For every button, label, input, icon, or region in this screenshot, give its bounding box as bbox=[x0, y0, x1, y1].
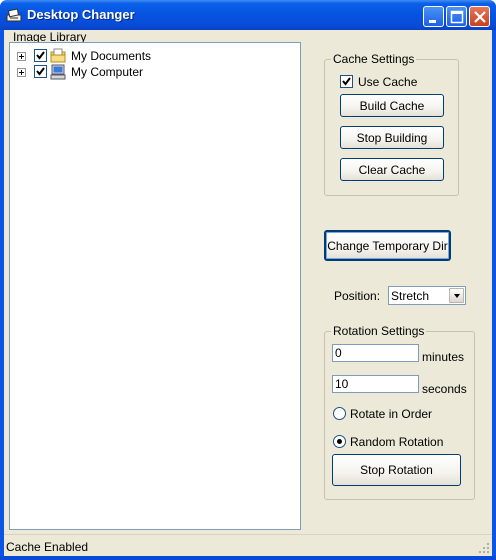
position-value: Stretch bbox=[391, 289, 430, 303]
minutes-input[interactable] bbox=[332, 344, 419, 362]
client-area: Image Library My Documents My Computer C… bbox=[4, 30, 492, 556]
app-icon bbox=[6, 8, 22, 22]
position-select[interactable]: Stretch bbox=[388, 286, 466, 305]
maximize-icon bbox=[450, 10, 464, 24]
maximize-button[interactable] bbox=[446, 6, 467, 27]
computer-icon bbox=[50, 64, 66, 80]
minutes-label: minutes bbox=[422, 350, 465, 364]
seconds-label: seconds bbox=[422, 382, 467, 396]
status-text: Cache Enabled bbox=[6, 540, 89, 554]
random-rotation-radio[interactable] bbox=[333, 435, 346, 448]
tree-checkbox-my-documents[interactable] bbox=[34, 49, 47, 62]
rotate-in-order-label: Rotate in Order bbox=[350, 407, 433, 421]
tree-item-label: My Documents bbox=[71, 49, 152, 63]
rotate-in-order-radio[interactable] bbox=[333, 407, 346, 420]
use-cache-label: Use Cache bbox=[358, 75, 418, 89]
seconds-input[interactable] bbox=[332, 375, 419, 393]
check-icon bbox=[342, 77, 351, 86]
stop-rotation-button[interactable]: Stop Rotation bbox=[332, 454, 461, 486]
image-library-group: Image Library My Documents My Computer bbox=[7, 30, 301, 533]
check-icon bbox=[36, 67, 45, 76]
title-bar[interactable]: Desktop Changer bbox=[0, 0, 496, 30]
random-rotation-label: Random Rotation bbox=[350, 435, 444, 449]
tree-item-my-documents[interactable]: My Documents bbox=[14, 48, 294, 64]
close-button[interactable] bbox=[469, 6, 490, 27]
window-bottom-border bbox=[0, 556, 496, 560]
rotation-settings-label: Rotation Settings bbox=[331, 324, 427, 338]
build-cache-button[interactable]: Build Cache bbox=[340, 94, 444, 117]
tree-checkbox-my-computer[interactable] bbox=[34, 65, 47, 78]
cache-settings-label: Cache Settings bbox=[331, 52, 417, 66]
check-icon bbox=[36, 51, 45, 60]
tree-item-label: My Computer bbox=[71, 65, 144, 79]
minimize-button[interactable] bbox=[423, 6, 444, 27]
window-title: Desktop Changer bbox=[27, 7, 135, 22]
image-library-tree[interactable]: My Documents My Computer bbox=[9, 42, 301, 530]
cache-settings-group: Cache Settings Use Cache Build Cache Sto… bbox=[324, 52, 459, 196]
expand-icon[interactable] bbox=[17, 68, 26, 77]
close-icon bbox=[474, 11, 486, 23]
expand-icon[interactable] bbox=[17, 52, 26, 61]
use-cache-checkbox[interactable] bbox=[340, 75, 353, 88]
tree-item-my-computer[interactable]: My Computer bbox=[14, 64, 294, 80]
position-label: Position: bbox=[334, 289, 381, 303]
status-bar: Cache Enabled bbox=[4, 534, 492, 556]
change-temp-dir-button[interactable]: Change Temporary Dir bbox=[324, 230, 451, 261]
minimize-icon bbox=[429, 20, 436, 23]
clear-cache-button[interactable]: Clear Cache bbox=[340, 158, 444, 181]
rotation-settings-group: Rotation Settings minutes seconds Rotate… bbox=[324, 324, 475, 500]
folder-documents-icon bbox=[50, 48, 66, 63]
chevron-down-icon[interactable] bbox=[449, 288, 464, 303]
app-window: Desktop Changer Image Library My Documen… bbox=[0, 0, 496, 560]
stop-building-button[interactable]: Stop Building bbox=[340, 126, 444, 149]
resize-grip-icon[interactable] bbox=[478, 542, 490, 554]
